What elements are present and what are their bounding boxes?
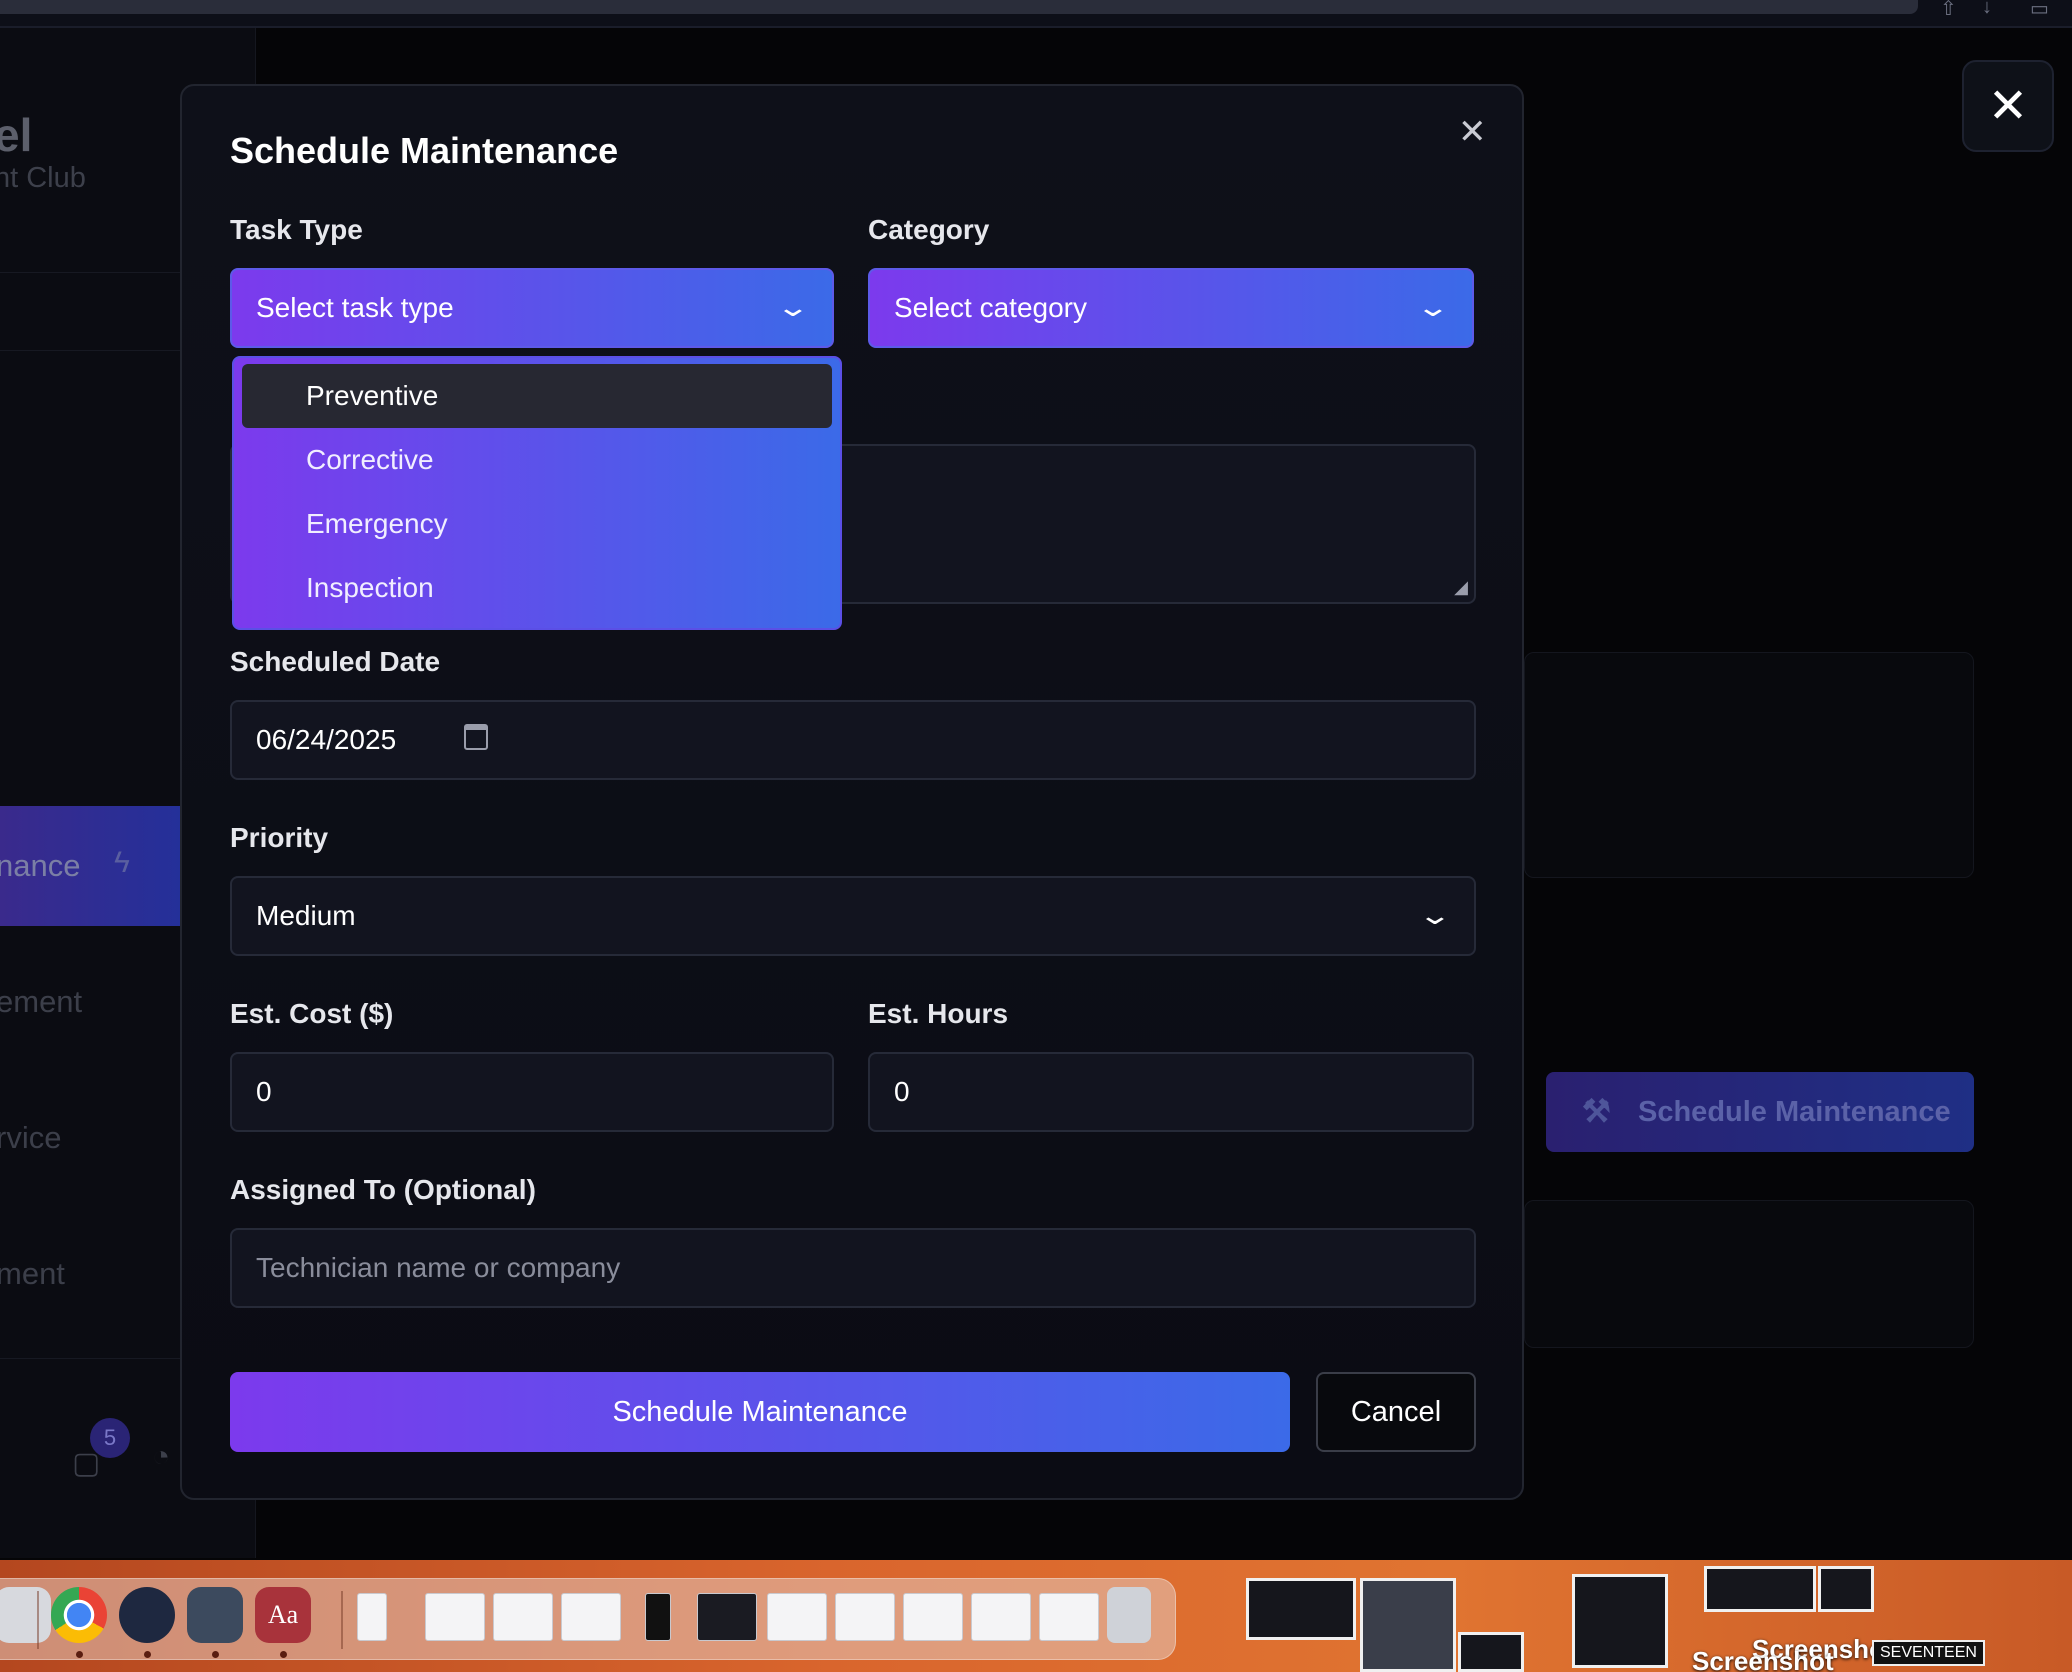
document-thumbnail[interactable]: [767, 1593, 827, 1641]
desktop-file-thumbnail[interactable]: [1704, 1566, 1816, 1612]
priority-value: Medium: [256, 900, 356, 931]
finder-icon[interactable]: [0, 1587, 51, 1643]
option-emergency[interactable]: Emergency: [242, 492, 832, 556]
bell-icon[interactable]: ◔: [152, 1440, 170, 1474]
desktop-file-thumbnail[interactable]: [1458, 1632, 1524, 1672]
address-bar[interactable]: [0, 0, 1918, 14]
cancel-button[interactable]: Cancel: [1316, 1372, 1476, 1452]
chevron-down-icon: ⌄: [1417, 900, 1453, 930]
priority-label: Priority: [230, 822, 329, 853]
option-inspection[interactable]: Inspection: [242, 556, 832, 620]
quicktime-icon[interactable]: [187, 1587, 243, 1643]
running-indicator: [144, 1651, 151, 1658]
category-select[interactable]: Select category ⌄: [868, 268, 1474, 348]
dock: Aa: [0, 1578, 1176, 1660]
scheduled-date-input[interactable]: 06/24/2025: [230, 700, 1476, 780]
desktop-file-thumbnail[interactable]: [1360, 1578, 1456, 1672]
category-label: Category: [868, 214, 990, 245]
document-thumbnail[interactable]: [903, 1593, 963, 1641]
resize-handle-icon[interactable]: ◢: [1454, 577, 1468, 598]
assigned-to-placeholder: Technician name or company: [256, 1252, 621, 1283]
calendar-icon[interactable]: [464, 724, 488, 750]
document-thumbnail[interactable]: [425, 1593, 485, 1641]
dock-divider: [37, 1591, 39, 1649]
lightning-icon: ϟ: [114, 846, 130, 879]
option-preventive[interactable]: Preventive: [242, 364, 832, 428]
est-cost-label: Est. Cost ($): [230, 998, 394, 1029]
schedule-maintenance-button[interactable]: Schedule Maintenance: [230, 1372, 1290, 1452]
desktop-file-thumbnail[interactable]: [1572, 1574, 1668, 1668]
trash-icon[interactable]: [1107, 1587, 1151, 1643]
flight-app-icon[interactable]: [119, 1587, 175, 1643]
est-cost-input[interactable]: 0: [230, 1052, 834, 1132]
document-thumbnail[interactable]: [697, 1593, 757, 1641]
document-thumbnail[interactable]: [971, 1593, 1031, 1641]
brand-subtitle: ht Club: [0, 162, 86, 194]
assigned-to-input[interactable]: Technician name or company: [230, 1228, 1476, 1308]
option-corrective[interactable]: Corrective: [242, 428, 832, 492]
assigned-to-label: Assigned To (Optional): [230, 1174, 536, 1205]
window-icon[interactable]: ▭: [2030, 0, 2049, 21]
dialog-title: Schedule Maintenance: [230, 130, 619, 171]
download-icon[interactable]: ↓: [1982, 0, 1992, 19]
schedule-maintenance-dialog: Schedule Maintenance ✕ Task Type Select …: [180, 84, 1524, 1500]
background-card: [1524, 652, 1974, 878]
running-indicator: [212, 1651, 219, 1658]
notification-badge: 5: [90, 1418, 130, 1458]
document-thumbnail[interactable]: [645, 1593, 671, 1641]
desktop-file-tag: SEVENTEEN: [1872, 1640, 1985, 1666]
est-hours-value: 0: [894, 1076, 910, 1107]
sidebar-item-label: nance: [0, 848, 81, 883]
scheduled-date-label: Scheduled Date: [230, 646, 441, 677]
chevron-down-icon: ⌄: [775, 292, 811, 322]
document-thumbnail[interactable]: [1039, 1593, 1099, 1641]
sidebar-item[interactable]: rvice: [0, 1120, 61, 1156]
desktop-file-label: Screenshot: [1692, 1646, 1834, 1672]
brand-title: el: [0, 109, 33, 161]
sidebar-item[interactable]: ement: [0, 984, 82, 1020]
close-overlay-button[interactable]: ✕: [1962, 60, 2054, 152]
screen: ⇧ ↓ ▭ el ht Club nance ϟ ement rvice men…: [0, 0, 2072, 1672]
sidebar-item[interactable]: ment: [0, 1256, 65, 1292]
wrench-icon: ⚒: [1582, 1093, 1611, 1129]
est-cost-value: 0: [256, 1076, 272, 1107]
category-placeholder: Select category: [894, 292, 1087, 323]
task-type-label: Task Type: [230, 214, 363, 245]
task-type-select[interactable]: Select task type ⌄: [230, 268, 834, 348]
est-hours-label: Est. Hours: [868, 998, 1009, 1029]
background-schedule-button: ⚒ Schedule Maintenance: [1546, 1072, 1974, 1152]
desktop-file-thumbnail[interactable]: [1246, 1578, 1356, 1640]
document-thumbnail[interactable]: [357, 1593, 387, 1641]
running-indicator: [280, 1651, 287, 1658]
dictionary-icon[interactable]: Aa: [255, 1587, 311, 1643]
task-type-placeholder: Select task type: [256, 292, 454, 323]
est-hours-input[interactable]: 0: [868, 1052, 1474, 1132]
priority-select[interactable]: Medium ⌄: [230, 876, 1476, 956]
background-card: [1524, 1200, 1974, 1348]
desktop-file-thumbnail[interactable]: [1818, 1566, 1874, 1612]
document-thumbnail[interactable]: [493, 1593, 553, 1641]
browser-toolbar: ⇧ ↓ ▭: [0, 0, 2072, 28]
task-type-dropdown: Preventive Corrective Emergency Inspecti…: [232, 356, 842, 630]
document-thumbnail[interactable]: [835, 1593, 895, 1641]
chrome-icon[interactable]: [51, 1587, 107, 1643]
dock-divider: [341, 1591, 343, 1649]
running-indicator: [76, 1651, 83, 1658]
chevron-down-icon: ⌄: [1415, 292, 1451, 322]
close-icon[interactable]: ✕: [1458, 112, 1487, 152]
scheduled-date-value: 06/24/2025: [256, 724, 397, 755]
background-button-label: Schedule Maintenance: [1638, 1095, 1951, 1128]
document-thumbnail[interactable]: [561, 1593, 621, 1641]
share-icon[interactable]: ⇧: [1940, 0, 1957, 21]
